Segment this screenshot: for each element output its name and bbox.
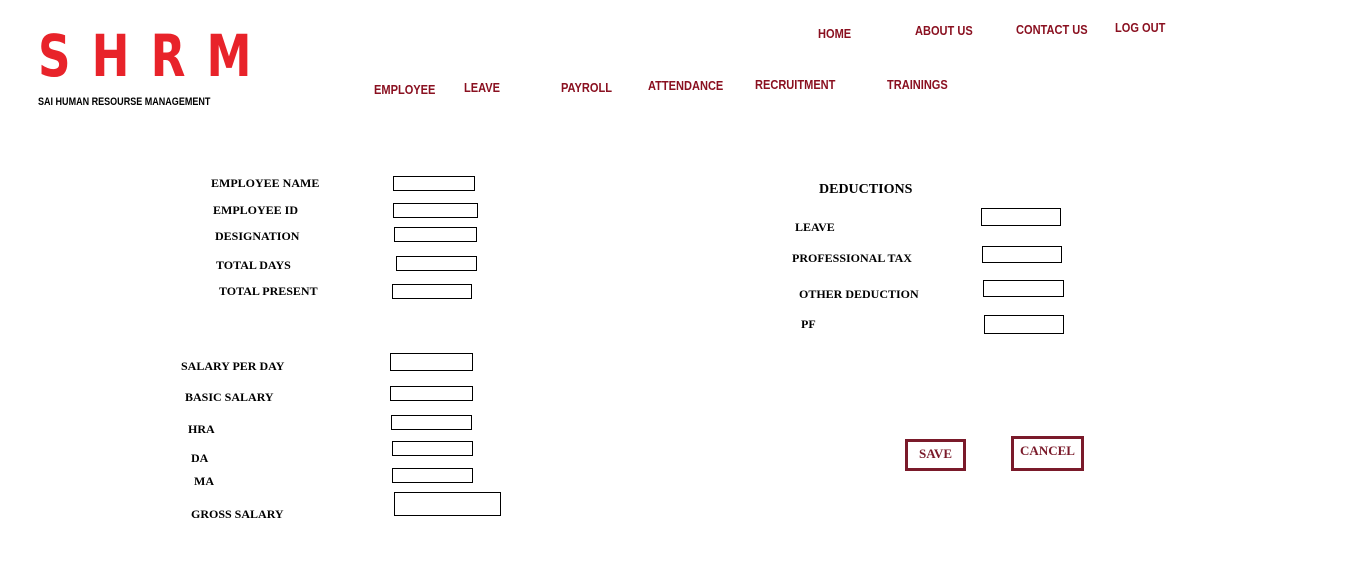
other-deduction-label: OTHER DEDUCTION <box>799 287 919 301</box>
nav-about-link[interactable]: ABOUT US <box>915 23 973 38</box>
salary-per-day-label: SALARY PER DAY <box>181 359 285 373</box>
save-button[interactable]: SAVE <box>905 439 966 471</box>
module-attendance-link[interactable]: ATTENDANCE <box>648 78 723 93</box>
leave-deduction-label: LEAVE <box>795 220 835 234</box>
hra-label: HRA <box>188 422 215 436</box>
cancel-button[interactable]: CANCEL <box>1011 436 1084 471</box>
module-leave-link[interactable]: LEAVE <box>464 80 500 95</box>
deductions-heading: DEDUCTIONS <box>819 182 913 197</box>
salary-per-day-input[interactable] <box>390 353 473 371</box>
designation-input[interactable] <box>394 227 477 242</box>
ma-label: MA <box>194 474 214 488</box>
gross-salary-label: GROSS SALARY <box>191 507 284 521</box>
employee-name-input[interactable] <box>393 176 475 191</box>
app-tagline: SAI HUMAN RESOURSE MANAGEMENT <box>38 96 211 108</box>
basic-salary-label: BASIC SALARY <box>185 390 274 404</box>
employee-id-input[interactable] <box>393 203 478 218</box>
nav-logout-link[interactable]: LOG OUT <box>1115 20 1165 35</box>
da-input[interactable] <box>392 441 473 456</box>
basic-salary-input[interactable] <box>390 386 473 401</box>
da-label: DA <box>191 451 209 465</box>
other-deduction-input[interactable] <box>983 280 1064 297</box>
ma-input[interactable] <box>392 468 473 483</box>
module-payroll-link[interactable]: PAYROLL <box>561 80 612 95</box>
module-employee-link[interactable]: EMPLOYEE <box>374 82 435 97</box>
professional-tax-input[interactable] <box>982 246 1062 263</box>
hra-input[interactable] <box>391 415 472 430</box>
total-present-label: TOTAL PRESENT <box>219 284 318 298</box>
total-days-label: TOTAL DAYS <box>216 258 291 272</box>
pf-input[interactable] <box>984 315 1064 334</box>
module-trainings-link[interactable]: TRAININGS <box>887 77 948 92</box>
leave-deduction-input[interactable] <box>981 208 1061 226</box>
nav-contact-link[interactable]: CONTACT US <box>1016 22 1088 37</box>
professional-tax-label: PROFESSIONAL TAX <box>792 251 912 265</box>
nav-home-link[interactable]: HOME <box>818 26 851 41</box>
app-logo: SHRM <box>38 22 273 90</box>
total-days-input[interactable] <box>396 256 477 271</box>
designation-label: DESIGNATION <box>215 229 300 243</box>
gross-salary-input[interactable] <box>394 492 501 516</box>
pf-label: PF <box>801 317 816 331</box>
employee-id-label: EMPLOYEE ID <box>213 203 299 217</box>
module-recruitment-link[interactable]: RECRUITMENT <box>755 77 835 92</box>
employee-name-label: EMPLOYEE NAME <box>211 176 320 190</box>
total-present-input[interactable] <box>392 284 472 299</box>
